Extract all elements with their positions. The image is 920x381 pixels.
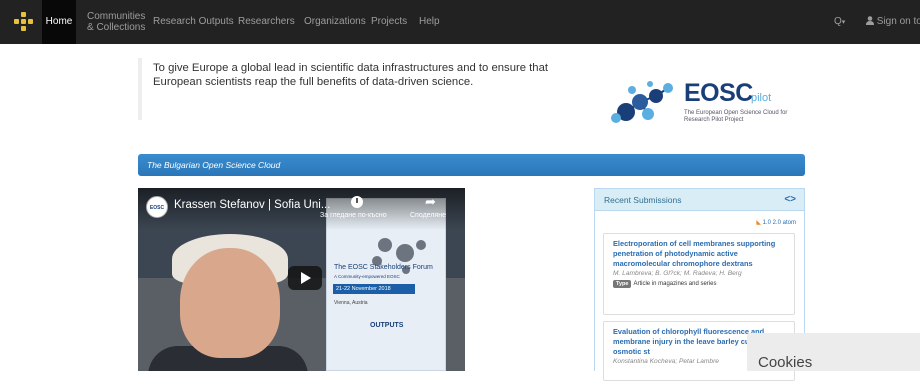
- share-button[interactable]: Споделяне: [410, 212, 446, 219]
- rss-feed-links[interactable]: ◣ 1.0 2.0 atom: [756, 219, 796, 226]
- video-poster-date: 21-22 November 2018: [333, 284, 415, 294]
- nav-communities-line1: Communities: [87, 11, 146, 22]
- cookies-banner[interactable]: Cookies: [747, 333, 920, 371]
- submission-title[interactable]: Electroporation of cell membranes suppor…: [613, 239, 794, 269]
- nav-organizations[interactable]: Organizations: [304, 0, 366, 44]
- carousel-arrows-icon[interactable]: <>: [784, 189, 796, 211]
- embedded-video[interactable]: The EOSC Stakeholders Forum A Community-…: [138, 188, 465, 371]
- video-title[interactable]: Krassen Stefanov | Sofia Uni...: [174, 199, 330, 211]
- recent-submissions-title: Recent Submissions: [604, 195, 682, 205]
- type-value: Article in magazines and series: [633, 281, 717, 287]
- nav-communities-line2: & Collections: [87, 22, 146, 33]
- sign-on-menu[interactable]: Sign on to:: [866, 0, 920, 44]
- video-poster-subtitle: A Community-empowered EOSC: [334, 274, 400, 279]
- submission-type: Type Article in magazines and series: [613, 279, 794, 289]
- nav-researchers[interactable]: Researchers: [238, 0, 295, 44]
- nav-help[interactable]: Help: [419, 0, 440, 44]
- eosc-title: EOSC: [684, 79, 753, 107]
- intro-quote: To give Europe a global lead in scientif…: [138, 58, 578, 120]
- nav-projects[interactable]: Projects: [371, 0, 407, 44]
- list-item[interactable]: Electroporation of cell membranes suppor…: [603, 233, 795, 315]
- clock-icon[interactable]: [351, 196, 363, 208]
- rss-icon: ◣: [756, 220, 761, 226]
- eosc-bubbles-icon: [611, 81, 673, 123]
- site-logo-icon[interactable]: [14, 12, 34, 32]
- video-poster-outputs: OUTPUTS: [370, 322, 404, 329]
- play-icon[interactable]: [288, 266, 322, 290]
- share-icon[interactable]: ➦: [425, 194, 436, 210]
- sign-on-label: Sign on to:: [876, 16, 920, 27]
- cookies-label: Cookies: [758, 354, 813, 371]
- eosc-pilot-logo: EOSC pilot The European Open Science Clo…: [604, 78, 804, 128]
- video-poster-forum: The EOSC Stakeholders Forum: [334, 264, 433, 271]
- chevron-down-icon: ▾: [841, 19, 846, 26]
- eosc-pilot-word: pilot: [751, 92, 772, 104]
- video-channel-avatar[interactable]: EOSC: [146, 196, 168, 218]
- video-poster-forum-text: The EOSC Stakeholders Forum: [334, 264, 433, 271]
- search-icon: Q: [834, 16, 842, 27]
- submission-authors: M. Lambreva; B. Gl?ck; M. Radeva; H. Ber…: [613, 270, 742, 277]
- type-badge: Type: [613, 280, 632, 288]
- recent-submissions-heading: Recent Submissions <>: [595, 189, 804, 211]
- top-navbar: Home Communities & Collections Research …: [0, 0, 920, 44]
- video-person-face: [180, 248, 280, 358]
- video-poster-venue: Vienna, Austria: [334, 300, 368, 306]
- site-banner: The Bulgarian Open Science Cloud: [138, 154, 805, 176]
- search-toggle[interactable]: Q▾: [834, 0, 845, 44]
- eosc-subtitle: The European Open Science Cloud for Rese…: [684, 110, 788, 123]
- nav-research-outputs[interactable]: Research Outputs: [153, 0, 234, 44]
- feed-versions[interactable]: 1.0 2.0 atom: [763, 220, 796, 226]
- user-icon: [866, 16, 874, 25]
- nav-communities-collections[interactable]: Communities & Collections: [87, 0, 145, 44]
- watch-later-button[interactable]: За гледане по-късно: [320, 212, 387, 219]
- nav-home[interactable]: Home: [42, 0, 76, 44]
